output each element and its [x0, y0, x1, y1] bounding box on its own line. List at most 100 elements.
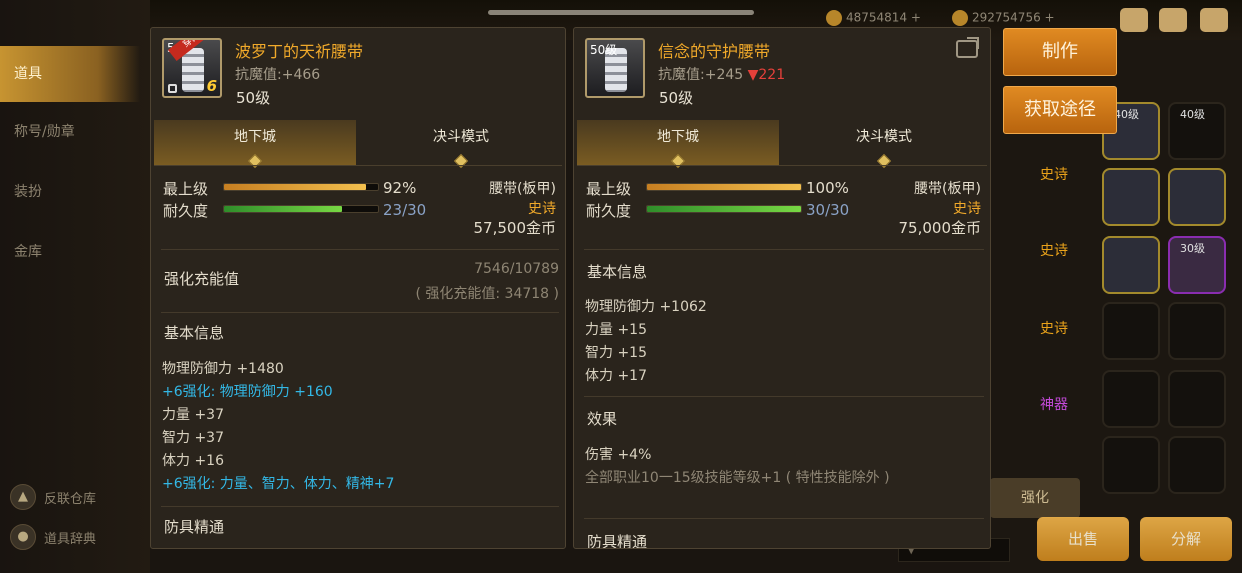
- stat-line: 物理防御力 +1062: [585, 299, 707, 315]
- inventory-slot[interactable]: 30级: [1168, 236, 1226, 294]
- durability-fill: [647, 206, 801, 212]
- gold-coin-icon: [952, 10, 968, 26]
- max-level-label: 最上级: [163, 180, 209, 198]
- sidebar-bottom-dictionary[interactable]: ● 道具辞典: [10, 524, 96, 550]
- stat-line: 物理防御力 +1480: [162, 361, 284, 377]
- sidebar-item-avatar[interactable]: 装扮: [0, 164, 140, 220]
- mode-tabs: 地下城 决斗模式: [154, 120, 562, 169]
- sidebar-item-vault[interactable]: 金库: [0, 224, 140, 280]
- durability-label: 耐久度: [586, 202, 632, 220]
- close-icon[interactable]: [1200, 8, 1228, 32]
- list-item-rarity: 神器: [1040, 397, 1068, 413]
- item-type: 腰带(板甲): [914, 181, 981, 197]
- divider: [161, 506, 559, 507]
- divider: [584, 518, 984, 519]
- effect-title: 效果: [587, 410, 618, 428]
- inventory-slot[interactable]: [1102, 302, 1160, 360]
- belt-icon: [182, 48, 204, 92]
- sidebar-item-items[interactable]: 道具: [0, 46, 140, 102]
- belt-item-icon: 50级: [585, 38, 645, 98]
- craft-button[interactable]: 制作: [1003, 28, 1117, 76]
- mail-icon[interactable]: [1159, 8, 1187, 32]
- max-level-fill: [647, 184, 801, 190]
- durability-label: 耐久度: [163, 202, 209, 220]
- tab-pvp[interactable]: 决斗模式: [783, 120, 985, 169]
- mode-tabs: 地下城 决斗模式: [577, 120, 987, 169]
- item-type: 腰带(板甲): [489, 181, 556, 197]
- sidebar-item-titles[interactable]: 称号/勋章: [0, 104, 140, 160]
- item-name: 信念的守护腰带: [658, 42, 771, 61]
- divider: [584, 396, 984, 397]
- charge-sub: ( 强化充能值: 34718 ): [415, 286, 559, 302]
- list-item-rarity: 史诗: [1040, 321, 1068, 337]
- currency-icon: [826, 10, 842, 26]
- item-level: 50级: [659, 89, 694, 107]
- storage-icon: ▲: [10, 484, 36, 510]
- item-name: 波罗丁的天祈腰带: [235, 42, 364, 61]
- stat-line: +6强化: 力量、智力、体力、精神+7: [162, 476, 395, 492]
- durability-fill: [224, 206, 343, 212]
- shop-icon[interactable]: [1120, 8, 1148, 32]
- inventory-slot[interactable]: [1168, 302, 1226, 360]
- charge-label: 强化充能值: [164, 270, 240, 288]
- strengthen-button[interactable]: 强化: [990, 478, 1080, 518]
- divider: [161, 312, 559, 313]
- inventory-slot[interactable]: [1102, 168, 1160, 226]
- divider: [584, 249, 984, 250]
- item-price: 75,000金币: [898, 219, 982, 237]
- durability-bar: [223, 205, 379, 213]
- effect-line: 伤害 +4%: [585, 447, 652, 463]
- resist-decrease: ▼221: [747, 67, 786, 83]
- max-level-value: 100%: [806, 179, 849, 197]
- durability-value: 23/30: [383, 201, 427, 219]
- inventory-slot[interactable]: 40级: [1168, 102, 1226, 160]
- magic-resist: 抗魔值:+466: [235, 67, 321, 83]
- mastery-title: 防具精通: [164, 518, 225, 536]
- list-item-rarity: 史诗: [1040, 167, 1068, 183]
- magic-resist: 抗魔值:+245 ▼221: [658, 67, 786, 83]
- disassemble-button[interactable]: 分解: [1140, 517, 1232, 561]
- tab-dungeon[interactable]: 地下城: [577, 120, 779, 169]
- lock-icon: [168, 84, 177, 93]
- effect-line: 全部职业10一15级技能等级+1 ( 特性技能除外 ): [585, 470, 890, 486]
- divider: [154, 165, 562, 166]
- equipped-item-panel: 5 穿戴中 6 波罗丁的天祈腰带 抗魔值:+466 50级 地下城 决斗模式 最…: [150, 27, 566, 549]
- basic-info-title: 基本信息: [164, 324, 225, 342]
- inventory-slot[interactable]: [1102, 370, 1160, 428]
- drag-handle[interactable]: [488, 10, 754, 15]
- stat-line: 体力 +16: [162, 453, 224, 469]
- inventory-slot[interactable]: [1102, 236, 1160, 294]
- mastery-title: 防具精通: [587, 533, 648, 549]
- item-level: 50级: [236, 89, 271, 107]
- charge-value: 7546/10789: [474, 261, 559, 277]
- inventory-slot[interactable]: [1168, 436, 1226, 494]
- sell-button[interactable]: 出售: [1037, 517, 1129, 561]
- inventory-slot[interactable]: [1102, 436, 1160, 494]
- enhance-level: 6: [206, 77, 217, 95]
- max-level-bar: [223, 183, 379, 191]
- currency-2: 292754756 +: [952, 10, 1055, 26]
- stat-line: 力量 +15: [585, 322, 647, 338]
- tab-dungeon[interactable]: 地下城: [154, 120, 356, 169]
- max-level-bar: [646, 183, 802, 191]
- sidebar-bottom-storage[interactable]: ▲ 反联仓库: [10, 484, 96, 510]
- compare-item-panel: 50级 信念的守护腰带 抗魔值:+245 ▼221 50级 地下城 决斗模式 最…: [573, 27, 991, 549]
- max-level-value: 92%: [383, 179, 417, 197]
- divider: [161, 249, 559, 250]
- max-level-label: 最上级: [586, 180, 632, 198]
- stat-line: +6强化: 物理防御力 +160: [162, 384, 333, 400]
- stat-line: 力量 +37: [162, 407, 224, 423]
- tab-pvp[interactable]: 决斗模式: [360, 120, 562, 169]
- inventory-slot[interactable]: [1168, 370, 1226, 428]
- currency-1: 48754814 +: [826, 10, 921, 26]
- divider: [577, 165, 987, 166]
- share-icon[interactable]: [956, 40, 978, 58]
- dictionary-icon: ●: [10, 524, 36, 550]
- max-level-fill: [224, 184, 366, 190]
- item-rarity: 史诗: [528, 201, 556, 217]
- obtain-source-button[interactable]: 获取途径: [1003, 86, 1117, 134]
- item-rarity: 史诗: [953, 201, 981, 217]
- inventory-slot[interactable]: [1168, 168, 1226, 226]
- item-price: 57,500金币: [473, 219, 557, 237]
- stat-line: 体力 +17: [585, 368, 647, 384]
